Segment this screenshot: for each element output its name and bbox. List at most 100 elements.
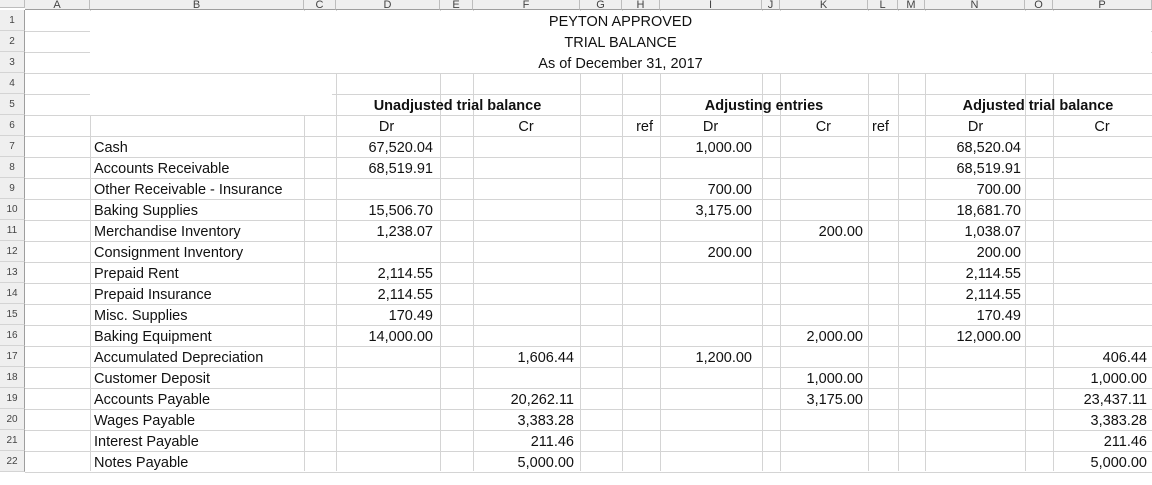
adjusting-cr-cell[interactable]	[780, 158, 867, 179]
unadjusted-cr-cell[interactable]	[473, 368, 578, 389]
adjusted-dr-cell[interactable]: 18,681.70	[925, 200, 1025, 221]
unadjusted-dr-cell[interactable]	[336, 452, 437, 473]
unadjusted-cr-cell[interactable]	[473, 137, 578, 158]
column-header-b[interactable]: B	[90, 0, 304, 11]
adjusted-cr-cell[interactable]: 406.44	[1053, 347, 1151, 368]
column-header-o[interactable]: O	[1025, 0, 1053, 11]
adjusting-dr-cell[interactable]	[660, 410, 756, 431]
account-name-cell[interactable]: Merchandise Inventory	[90, 221, 304, 242]
adjusting-cr-cell[interactable]: 3,175.00	[780, 389, 867, 410]
unadjusted-cr-cell[interactable]	[473, 158, 578, 179]
row-header-9[interactable]: 9	[0, 178, 25, 199]
unadjusted-cr-cell[interactable]: 5,000.00	[473, 452, 578, 473]
account-name-cell[interactable]: Misc. Supplies	[90, 305, 304, 326]
row-header-20[interactable]: 20	[0, 409, 25, 430]
adjusting-dr-cell[interactable]: 700.00	[660, 179, 756, 200]
adjusted-cr-cell[interactable]: 23,437.11	[1053, 389, 1151, 410]
column-header-l[interactable]: L	[868, 0, 898, 11]
row-header-21[interactable]: 21	[0, 430, 25, 451]
adjusted-cr-cell[interactable]	[1053, 242, 1151, 263]
unadjusted-dr-cell[interactable]	[336, 410, 437, 431]
adjusted-cr-cell[interactable]	[1053, 158, 1151, 179]
row-header-15[interactable]: 15	[0, 304, 25, 325]
account-name-cell[interactable]: Accumulated Depreciation	[90, 347, 304, 368]
adjusted-dr-cell[interactable]: 170.49	[925, 305, 1025, 326]
account-name-cell[interactable]: Customer Deposit	[90, 368, 304, 389]
unadjusted-dr-cell[interactable]: 15,506.70	[336, 200, 437, 221]
adjusting-cr-cell[interactable]	[780, 200, 867, 221]
unadjusted-dr-cell[interactable]	[336, 368, 437, 389]
unadjusted-cr-header[interactable]: Cr	[474, 116, 578, 137]
row-header-3[interactable]: 3	[0, 52, 25, 73]
column-header-g[interactable]: G	[580, 0, 622, 11]
adjusting-cr-cell[interactable]	[780, 242, 867, 263]
account-name-cell[interactable]: Other Receivable - Insurance	[90, 179, 304, 200]
adjusting-dr-cell[interactable]: 1,000.00	[660, 137, 756, 158]
unadjusted-cr-cell[interactable]	[473, 284, 578, 305]
adjusting-dr-header[interactable]: Dr	[659, 116, 762, 137]
unadjusted-dr-cell[interactable]: 1,238.07	[336, 221, 437, 242]
column-header-f[interactable]: F	[473, 0, 580, 11]
unadjusted-cr-cell[interactable]	[473, 221, 578, 242]
unadjusted-cr-cell[interactable]	[473, 263, 578, 284]
adjusting-dr-cell[interactable]	[660, 263, 756, 284]
adjusted-cr-cell[interactable]: 5,000.00	[1053, 452, 1151, 473]
row-header-12[interactable]: 12	[0, 241, 25, 262]
column-header-e[interactable]: E	[440, 0, 473, 11]
adjusting-ref-header[interactable]: ref	[579, 116, 657, 137]
adjusting-cr-cell[interactable]	[780, 452, 867, 473]
adjusted-cr-cell[interactable]	[1053, 221, 1151, 242]
column-header-k[interactable]: K	[780, 0, 868, 11]
account-name-cell[interactable]: Baking Supplies	[90, 200, 304, 221]
adjusting-dr-cell[interactable]	[660, 368, 756, 389]
unadjusted-dr-cell[interactable]: 67,520.04	[336, 137, 437, 158]
report-title[interactable]: TRIAL BALANCE	[90, 32, 1151, 53]
adjusted-dr-cell[interactable]: 68,520.04	[925, 137, 1025, 158]
adjusted-dr-cell[interactable]	[925, 431, 1025, 452]
column-header-m[interactable]: M	[898, 0, 925, 11]
adjusted-cr-cell[interactable]	[1053, 200, 1151, 221]
unadjusted-cr-cell[interactable]: 20,262.11	[473, 389, 578, 410]
adjusted-dr-cell[interactable]: 200.00	[925, 242, 1025, 263]
unadjusted-dr-cell[interactable]: 2,114.55	[336, 263, 437, 284]
account-name-cell[interactable]: Notes Payable	[90, 452, 304, 473]
row-header-17[interactable]: 17	[0, 346, 25, 367]
adjusted-dr-cell[interactable]: 12,000.00	[925, 326, 1025, 347]
adjusting-dr-cell[interactable]	[660, 221, 756, 242]
column-header-d[interactable]: D	[336, 0, 440, 11]
adjusting-cr-cell[interactable]	[780, 284, 867, 305]
adjusted-cr-cell[interactable]: 1,000.00	[1053, 368, 1151, 389]
select-all-corner[interactable]	[0, 0, 25, 8]
row-header-16[interactable]: 16	[0, 325, 25, 346]
adjusting-cr-cell[interactable]: 2,000.00	[780, 326, 867, 347]
unadjusted-dr-header[interactable]: Dr	[336, 116, 437, 137]
row-header-4[interactable]: 4	[0, 73, 25, 94]
row-header-8[interactable]: 8	[0, 157, 25, 178]
adjusted-cr-cell[interactable]: 211.46	[1053, 431, 1151, 452]
row-header-18[interactable]: 18	[0, 367, 25, 388]
account-name-cell[interactable]: Interest Payable	[90, 431, 304, 452]
adjusting-cr-cell[interactable]	[780, 263, 867, 284]
adjusting-cr-cell[interactable]	[780, 410, 867, 431]
adjusting-cr-cell[interactable]	[780, 347, 867, 368]
adjusting-cr-cell[interactable]: 1,000.00	[780, 368, 867, 389]
account-name-cell[interactable]: Consignment Inventory	[90, 242, 304, 263]
unadjusted-cr-cell[interactable]: 1,606.44	[473, 347, 578, 368]
report-date[interactable]: As of December 31, 2017	[90, 53, 1151, 74]
section-adjusting[interactable]: Adjusting entries	[660, 95, 868, 116]
unadjusted-dr-cell[interactable]	[336, 431, 437, 452]
adjusting-dr-cell[interactable]	[660, 431, 756, 452]
unadjusted-cr-cell[interactable]: 3,383.28	[473, 410, 578, 431]
adjusted-ref-header[interactable]: ref	[868, 116, 898, 137]
section-adjusted[interactable]: Adjusted trial balance	[925, 95, 1151, 116]
unadjusted-dr-cell[interactable]: 2,114.55	[336, 284, 437, 305]
account-name-cell[interactable]: Accounts Receivable	[90, 158, 304, 179]
adjusting-cr-cell[interactable]	[780, 431, 867, 452]
adjusting-dr-cell[interactable]	[660, 284, 756, 305]
adjusted-dr-cell[interactable]: 700.00	[925, 179, 1025, 200]
row-header-5[interactable]: 5	[0, 94, 25, 115]
column-header-p[interactable]: P	[1053, 0, 1152, 11]
spreadsheet-grid[interactable]: ABCDEFGHIJKLMNOP 1 2 3 4 5 6 7 8 9 10 11 12 13 14 15 16…	[0, 0, 1152, 485]
account-name-cell[interactable]: Accounts Payable	[90, 389, 304, 410]
unadjusted-dr-cell[interactable]	[336, 242, 437, 263]
